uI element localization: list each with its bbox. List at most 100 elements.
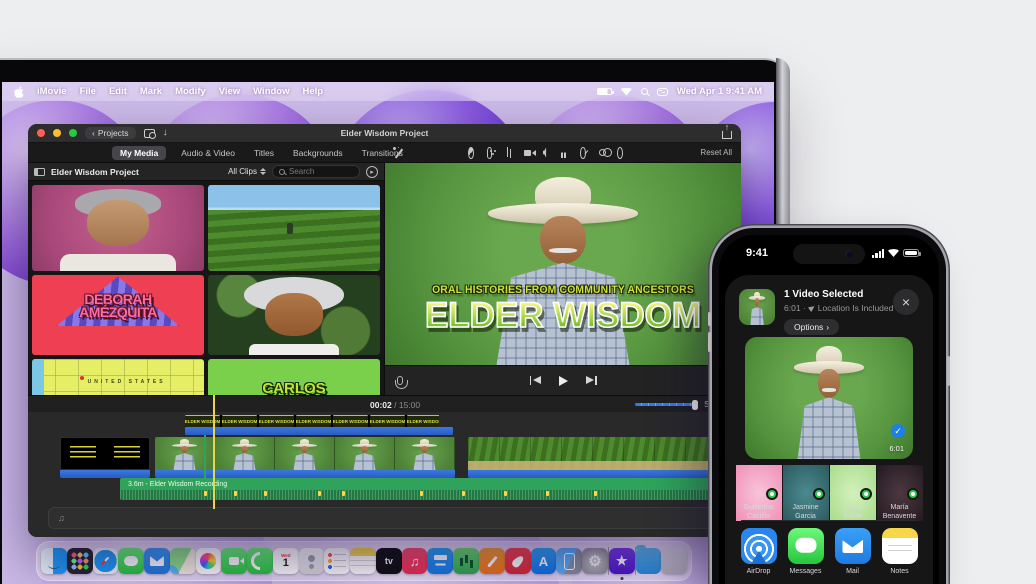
menu-item[interactable]: Help <box>303 86 324 97</box>
background-music-well[interactable]: ♫ <box>48 507 717 529</box>
share-app-airdrop[interactable]: AirDrop <box>736 528 782 575</box>
media-tab[interactable]: My Media <box>112 146 166 160</box>
title-clip[interactable]: ELDER WISDOM <box>185 415 220 427</box>
dock-safari[interactable] <box>93 548 119 574</box>
title-clip[interactable]: ELDER WISDOM <box>333 415 368 427</box>
menu-item[interactable]: Edit <box>109 86 127 97</box>
clip-title-deborah[interactable]: DEBORAHAMÉZQUITA <box>32 275 204 355</box>
menu-item[interactable]: iMovie <box>37 86 67 97</box>
dock-mail[interactable] <box>144 548 170 574</box>
clip-map-united-states[interactable]: UNITED STATES <box>32 359 204 395</box>
voiceover-mic-icon[interactable] <box>397 376 403 385</box>
back-to-projects-button[interactable]: ‹ Projects <box>85 127 136 139</box>
interview-clip[interactable] <box>155 437 455 470</box>
enhance-wand-icon[interactable] <box>393 147 405 159</box>
dock-reminders[interactable] <box>324 548 350 574</box>
battery-icon[interactable] <box>597 88 612 95</box>
dock-numbers[interactable] <box>453 548 479 574</box>
timeline-zoom-slider[interactable] <box>635 403 695 406</box>
dock-keynote[interactable] <box>427 548 453 574</box>
apple-logo-icon[interactable] <box>14 86 24 98</box>
options-button[interactable]: Options › <box>784 319 839 335</box>
spotlight-search-icon[interactable] <box>641 88 648 95</box>
info-icon[interactable] <box>617 147 623 159</box>
media-tab[interactable]: Audio & Video <box>177 146 239 160</box>
playhead[interactable] <box>213 395 215 509</box>
contact-jasmine-garcia[interactable]: JasmineGarcia <box>783 465 829 521</box>
credits-clip[interactable] <box>60 437 150 470</box>
volume-icon[interactable] <box>543 147 549 159</box>
menu-item[interactable]: File <box>80 86 96 97</box>
interview-audio-strip[interactable] <box>155 470 455 478</box>
menu-item[interactable]: Window <box>253 86 289 97</box>
zoom-window-button[interactable] <box>69 129 77 137</box>
share-app-mail[interactable]: Mail <box>830 528 876 575</box>
clip-filter-dropdown[interactable]: All Clips <box>228 167 266 176</box>
farm-audio-strip[interactable] <box>468 470 720 478</box>
dock-tv[interactable] <box>376 548 402 574</box>
equalizer-icon[interactable] <box>561 147 567 159</box>
volume-up-button[interactable] <box>708 312 711 326</box>
dock-finder[interactable] <box>41 548 67 574</box>
title-clip[interactable]: ELDER WISDOM <box>296 415 331 427</box>
clip-portrait-elder-woman[interactable] <box>208 275 380 355</box>
previous-frame-button[interactable] <box>530 376 541 385</box>
reset-all-button[interactable]: Reset All <box>700 148 732 157</box>
title-clip[interactable]: ELDER WISDOM <box>370 415 405 427</box>
clip-title-carlos[interactable]: CARLOSPLASENCIA <box>208 359 380 395</box>
wifi-icon[interactable] <box>621 88 632 96</box>
menu-item[interactable]: View <box>219 86 240 97</box>
zoom-slider-knob[interactable] <box>692 400 698 410</box>
dock-phone[interactable] <box>247 548 273 574</box>
control-center-icon[interactable] <box>657 88 668 96</box>
media-search-field[interactable] <box>272 165 360 178</box>
filters-icon[interactable] <box>599 147 605 159</box>
farm-clip[interactable] <box>468 437 720 470</box>
filmstrip-play-icon[interactable]: ▸ <box>366 166 378 178</box>
dock-contacts[interactable] <box>299 548 325 574</box>
close-button[interactable]: × <box>893 289 919 315</box>
import-download-icon[interactable]: ↓ <box>163 128 168 138</box>
title-clip[interactable]: ELDER WISDOM <box>407 415 439 427</box>
dock-app-store[interactable] <box>531 548 557 574</box>
dock-photos[interactable] <box>196 548 222 574</box>
next-frame-button[interactable] <box>586 376 597 385</box>
close-window-button[interactable] <box>37 129 45 137</box>
speed-icon[interactable] <box>580 147 586 159</box>
crop-icon[interactable] <box>505 147 511 159</box>
clip-portrait-magenta[interactable] <box>32 185 204 271</box>
share-icon[interactable] <box>722 131 732 139</box>
stabilization-icon[interactable] <box>524 147 530 159</box>
play-button[interactable] <box>559 376 568 386</box>
preview-viewer[interactable]: ORAL HISTORIES FROM COMMUNITY ANCESTORS … <box>385 163 741 365</box>
color-balance-icon[interactable] <box>468 147 474 159</box>
credits-audio-strip[interactable] <box>60 470 150 478</box>
selected-check-icon[interactable]: ✓ <box>891 424 905 438</box>
minimize-window-button[interactable] <box>53 129 61 137</box>
dock-settings[interactable] <box>582 548 608 574</box>
dock-imovie[interactable] <box>609 548 635 574</box>
dock-iphone-mirroring[interactable] <box>556 548 582 574</box>
title-clip[interactable]: ELDER WISDOM <box>259 415 294 427</box>
dock-launchpad[interactable] <box>67 548 93 574</box>
color-palette-icon[interactable] <box>487 147 493 159</box>
dock-facetime[interactable] <box>221 548 247 574</box>
dock-calendar[interactable] <box>273 548 299 574</box>
sidebar-toggle-icon[interactable] <box>34 168 45 176</box>
media-tab[interactable]: Titles <box>250 146 278 160</box>
contact-leticia-ibarra[interactable]: LeticiaIbarra <box>830 465 876 521</box>
dock-music[interactable] <box>402 548 428 574</box>
share-app-messages[interactable]: Messages <box>783 528 829 575</box>
search-input[interactable] <box>289 167 349 176</box>
contact-maria-benavente[interactable]: MaríaBenavente <box>877 465 923 521</box>
media-tab[interactable]: Backgrounds <box>289 146 347 160</box>
title-track-bar[interactable] <box>185 427 453 435</box>
dock-notes[interactable] <box>350 548 376 574</box>
dock-messages[interactable] <box>118 548 144 574</box>
side-button[interactable] <box>947 356 950 386</box>
share-app-notes[interactable]: Notes <box>877 528 923 575</box>
selected-video-card[interactable]: ✓ 6:01 <box>745 337 913 459</box>
menu-clock[interactable]: Wed Apr 1 9:41 AM <box>677 86 762 97</box>
dock-downloads-folder[interactable] <box>636 548 662 574</box>
contact-guillermo-castillo[interactable]: GuillermoCastillo <box>736 465 782 521</box>
